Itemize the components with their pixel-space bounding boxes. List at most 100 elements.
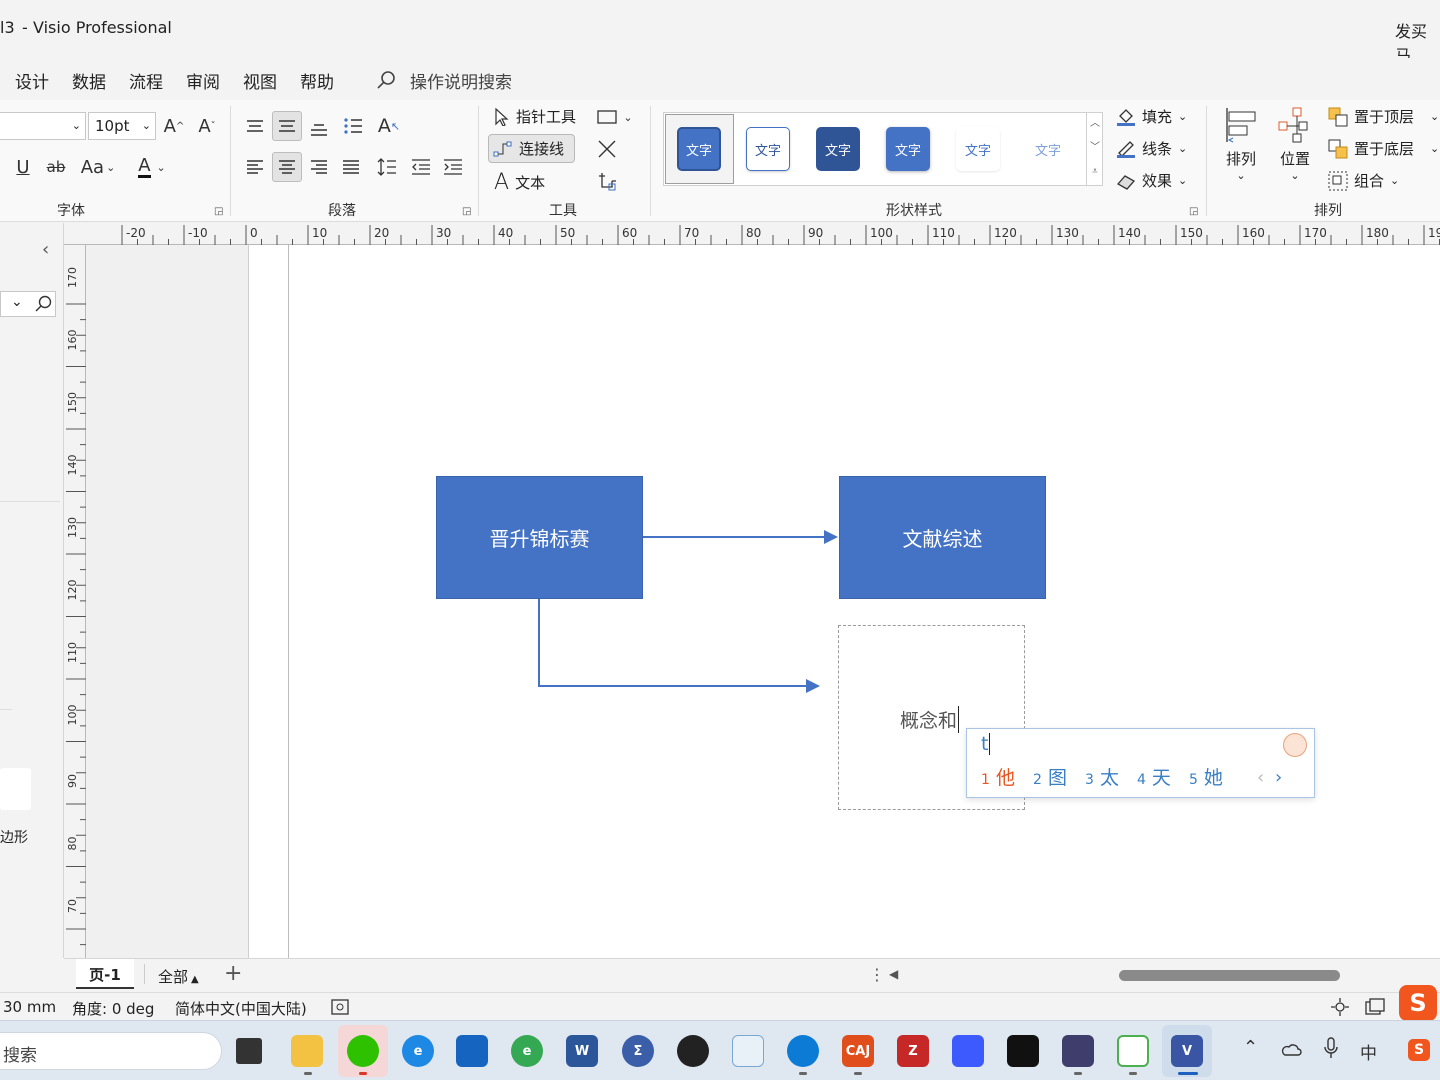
ime-candidate[interactable]: 1 他 <box>981 763 1015 790</box>
align-shapes-button[interactable]: 排列 ⌄ <box>1220 106 1262 182</box>
fit-page-icon[interactable] <box>1330 998 1350 1016</box>
ime-candidate[interactable]: 2 图 <box>1033 763 1067 790</box>
drawing-canvas[interactable] <box>86 245 1440 958</box>
shrink-font-button[interactable]: Aˇ <box>192 111 222 141</box>
close-tool-button[interactable] <box>592 134 622 164</box>
rectangle-shape-button[interactable]: ⌄ <box>592 102 638 132</box>
text-tool-button[interactable]: A 文本 <box>494 170 545 195</box>
photos-icon[interactable] <box>456 1035 488 1067</box>
qq-icon[interactable] <box>677 1035 709 1067</box>
calendar-app-icon[interactable] <box>952 1035 984 1067</box>
math-type-icon[interactable]: Σ <box>622 1035 654 1067</box>
style-tile[interactable]: 文字 <box>956 127 1000 171</box>
increase-indent-button[interactable] <box>438 152 468 182</box>
cat-app-icon[interactable] <box>1062 1035 1094 1067</box>
browser-e-icon[interactable]: e <box>402 1035 434 1067</box>
page-tab-active[interactable]: 页-1 <box>76 959 134 989</box>
stencil-shape-thumbnail[interactable] <box>0 768 31 810</box>
ie-browser-icon[interactable]: e <box>511 1035 543 1067</box>
all-pages-button[interactable]: 全部 ▲ <box>158 966 199 987</box>
app-swirl-icon[interactable] <box>732 1035 764 1067</box>
screen-share-icon[interactable] <box>1117 1035 1149 1067</box>
send-to-back-button[interactable]: 置于底层 ⌄ <box>1328 138 1439 159</box>
text-direction-button[interactable]: A ↖ <box>374 111 404 141</box>
paragraph-dialog-launcher-icon[interactable]: ◲ <box>462 206 471 217</box>
gallery-scroll[interactable]: ︿ ﹀ ⩡ <box>1086 112 1103 186</box>
tab-view[interactable]: 视图 <box>243 68 277 93</box>
align-right-button[interactable] <box>304 152 334 182</box>
font-color-button[interactable]: A ⌄ <box>130 152 174 182</box>
macro-record-icon[interactable] <box>331 999 349 1015</box>
collapse-panel-icon[interactable]: ‹ <box>42 239 49 260</box>
pointer-tool-button[interactable]: 指针工具 <box>492 106 576 127</box>
tab-help[interactable]: 帮助 <box>300 68 334 93</box>
align-center-button[interactable] <box>272 152 302 182</box>
shape-search-box[interactable]: ⌄ <box>0 291 56 317</box>
tell-me-search[interactable]: 操作说明搜索 <box>410 68 512 93</box>
zotero-icon[interactable]: Z <box>897 1035 929 1067</box>
fill-button[interactable]: 填充 ⌄ <box>1116 106 1187 127</box>
position-button[interactable]: 位置 ⌄ <box>1274 106 1316 182</box>
process-box[interactable]: 晋升锦标赛 <box>436 476 643 599</box>
ime-mode-indicator[interactable]: 中 <box>1360 1039 1377 1064</box>
justify-button[interactable] <box>336 152 366 182</box>
style-tile[interactable]: 文字 <box>1026 127 1070 171</box>
editing-text[interactable]: 概念和 <box>900 706 960 733</box>
underline-button[interactable]: U <box>8 152 38 182</box>
taskbar-search-box[interactable]: 搜索 <box>0 1032 222 1070</box>
align-middle-button[interactable] <box>272 111 302 141</box>
switch-windows-icon[interactable] <box>1365 998 1385 1016</box>
file-explorer-icon[interactable] <box>291 1035 323 1067</box>
process-box[interactable]: 文献综述 <box>839 476 1046 599</box>
change-case-button[interactable]: Aa ⌄ <box>78 152 118 182</box>
chevron-down-icon[interactable]: ⌄ <box>11 294 23 310</box>
chevron-up-icon[interactable]: ⌃ <box>1243 1037 1258 1058</box>
align-bottom-button[interactable] <box>304 115 334 145</box>
wechat-icon[interactable] <box>347 1035 379 1067</box>
gallery-more-icon[interactable]: ⩡ <box>1087 160 1103 184</box>
grow-font-button[interactable]: A ^ <box>159 111 189 141</box>
group-button[interactable]: 组合 ⌄ <box>1328 170 1399 191</box>
style-tile[interactable]: 文字 <box>746 127 790 171</box>
style-tile[interactable]: 文字 <box>677 127 721 171</box>
caj-viewer-icon[interactable]: CAJ <box>842 1035 874 1067</box>
strikethrough-button[interactable]: ab <box>41 152 71 182</box>
sogou-ime-icon[interactable]: S <box>1399 985 1437 1021</box>
line-button[interactable]: 线条 ⌄ <box>1116 138 1187 159</box>
visio-icon[interactable]: V <box>1171 1035 1203 1067</box>
scroll-left-icon[interactable]: ◀ <box>889 967 898 981</box>
task-view-icon[interactable] <box>236 1038 262 1064</box>
edge-icon[interactable] <box>787 1035 819 1067</box>
decrease-indent-button[interactable] <box>406 152 436 182</box>
tab-process[interactable]: 流程 <box>129 68 163 93</box>
bring-to-front-button[interactable]: 置于顶层 ⌄ <box>1328 106 1439 127</box>
ime-skin-icon[interactable] <box>1283 733 1307 757</box>
onedrive-icon[interactable] <box>1280 1040 1302 1058</box>
connection-point-button[interactable] <box>592 166 622 196</box>
status-language[interactable]: 简体中文(中国大陆) <box>175 998 307 1019</box>
unity-icon[interactable] <box>1007 1035 1039 1067</box>
font-name-select[interactable]: ⌄ <box>0 112 86 140</box>
shape-styles-dialog-launcher-icon[interactable]: ◲ <box>1189 206 1198 217</box>
ime-candidate[interactable]: 3 太 <box>1085 763 1119 790</box>
align-top-button[interactable] <box>240 111 270 141</box>
align-left-button[interactable] <box>240 152 270 182</box>
search-icon[interactable] <box>34 295 52 313</box>
effects-button[interactable]: 效果 ⌄ <box>1116 170 1187 191</box>
ime-candidate[interactable]: 5 她 <box>1189 763 1223 790</box>
font-dialog-launcher-icon[interactable]: ◲ <box>214 206 223 217</box>
horizontal-scrollbar-thumb[interactable] <box>1119 970 1340 981</box>
connector-tool-button[interactable]: 连接线 <box>488 134 576 163</box>
line-spacing-button[interactable] <box>372 152 402 182</box>
tab-review[interactable]: 审阅 <box>186 68 220 93</box>
ime-candidate[interactable]: 4 天 <box>1137 763 1171 790</box>
bullets-button[interactable] <box>338 111 368 141</box>
tab-design[interactable]: 设计 <box>15 68 49 93</box>
ime-prev-page-icon[interactable]: ‹ <box>1257 767 1264 788</box>
ime-next-page-icon[interactable]: › <box>1275 767 1282 788</box>
scroll-up-icon[interactable]: ︿ <box>1087 112 1103 136</box>
scroll-down-icon[interactable]: ﹀ <box>1087 136 1103 160</box>
more-options-icon[interactable]: ⋮ <box>869 965 885 984</box>
word-icon[interactable]: W <box>566 1035 598 1067</box>
add-page-button[interactable]: + <box>224 961 242 986</box>
